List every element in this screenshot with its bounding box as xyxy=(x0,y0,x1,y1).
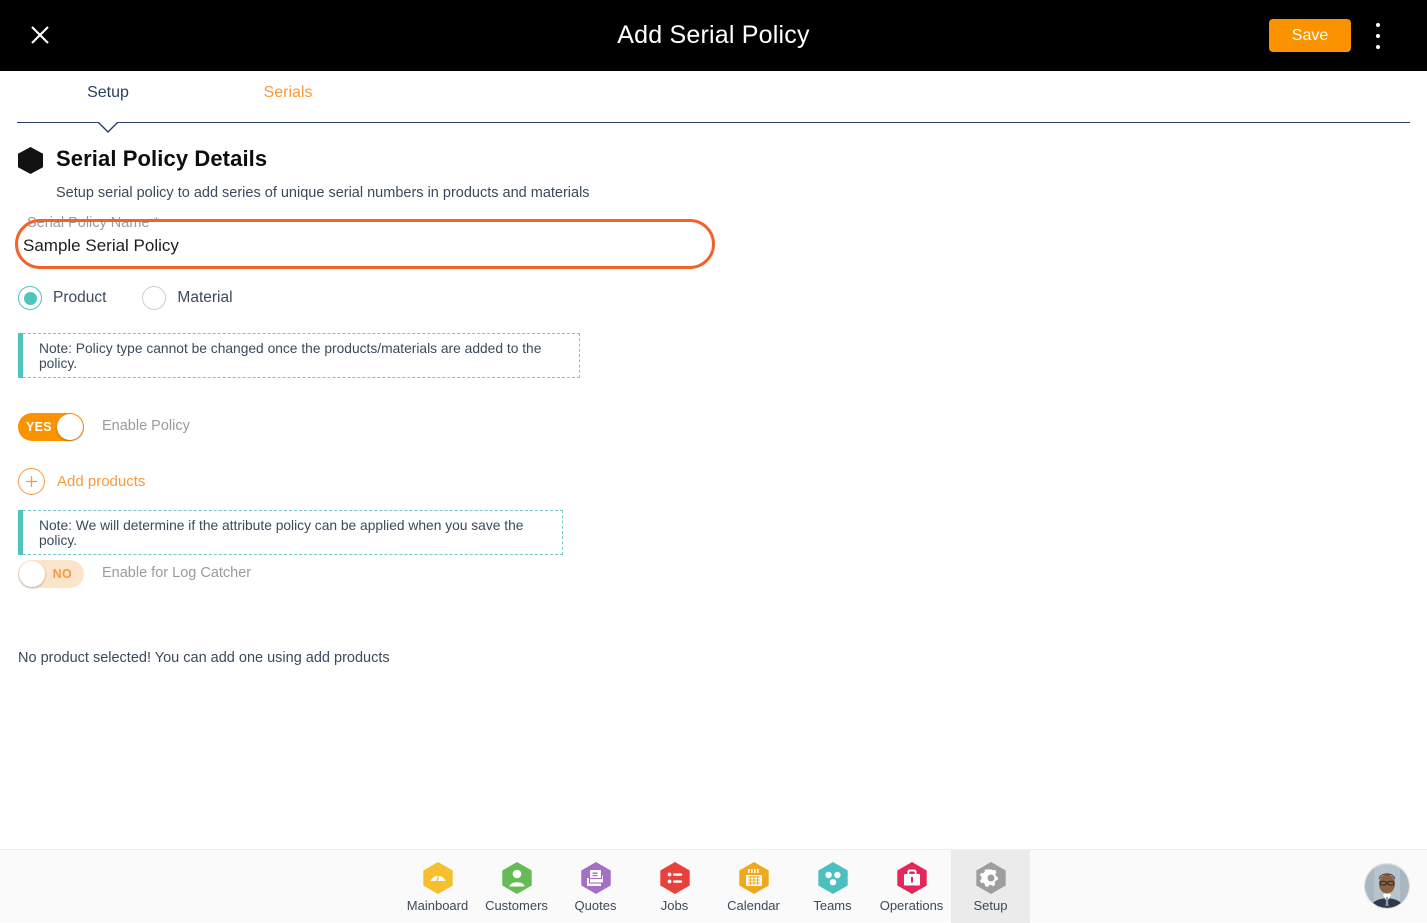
log-catcher-toggle[interactable]: NO xyxy=(18,560,84,588)
nav-item-mainboard[interactable]: Mainboard xyxy=(398,850,477,923)
nav-label-teams: Teams xyxy=(813,897,852,913)
close-icon[interactable] xyxy=(22,17,58,53)
nav-item-operations[interactable]: Operations xyxy=(872,850,951,923)
quotes-icon xyxy=(580,861,611,894)
enable-policy-toggle-state: YES xyxy=(26,420,52,434)
customers-icon xyxy=(501,861,532,894)
enable-policy-label: Enable Policy xyxy=(102,418,190,434)
top-app-bar: Add Serial Policy Save xyxy=(0,0,1427,71)
nav-label-jobs: Jobs xyxy=(660,897,689,913)
nav-item-quotes[interactable]: Quotes xyxy=(556,850,635,923)
kebab-dot xyxy=(1376,45,1380,49)
kebab-dot xyxy=(1376,34,1380,38)
active-tab-indicator-icon xyxy=(97,121,119,133)
toggle-knob xyxy=(57,414,83,440)
nav-item-jobs[interactable]: Jobs xyxy=(635,850,714,923)
radio-material-label: Material xyxy=(177,289,233,306)
teams-icon xyxy=(817,861,848,894)
tab-bar: Setup Serials xyxy=(0,71,1427,123)
nav-label-customers: Customers xyxy=(485,897,548,913)
serial-policy-name-input[interactable] xyxy=(17,226,713,266)
enable-policy-toggle[interactable]: YES xyxy=(18,413,84,441)
serial-policy-name-field[interactable]: Serial Policy Name * xyxy=(17,214,713,266)
calendar-icon xyxy=(738,861,769,894)
policy-type-radio-group: Product Material xyxy=(18,285,269,311)
attribute-policy-note-text: Note: We will determine if the attribute… xyxy=(39,517,524,548)
jobs-icon xyxy=(659,861,690,894)
gear-icon xyxy=(975,861,1006,894)
add-products-button[interactable]: Add products xyxy=(18,467,145,495)
page-title: Add Serial Policy xyxy=(617,21,810,49)
bottom-nav-items: Mainboard Customers Quotes Jobs Calendar… xyxy=(398,850,1030,923)
radio-product[interactable] xyxy=(18,286,42,310)
mainboard-icon xyxy=(422,861,453,894)
kebab-menu-icon[interactable] xyxy=(1367,21,1389,51)
tab-underline xyxy=(17,122,1410,123)
nav-label-quotes: Quotes xyxy=(574,897,617,913)
nav-label-operations: Operations xyxy=(879,897,944,913)
log-catcher-label: Enable for Log Catcher xyxy=(102,565,252,581)
section-subtitle: Setup serial policy to add series of uni… xyxy=(56,185,590,201)
save-button[interactable]: Save xyxy=(1269,19,1351,52)
nav-label-calendar: Calendar xyxy=(727,897,780,913)
empty-state-message: No product selected! You can add one usi… xyxy=(18,650,390,666)
nav-item-teams[interactable]: Teams xyxy=(793,850,872,923)
nav-label-mainboard: Mainboard xyxy=(406,897,469,913)
nav-item-setup[interactable]: Setup xyxy=(951,850,1030,923)
radio-material[interactable] xyxy=(142,286,167,310)
operations-icon xyxy=(896,861,927,894)
nav-item-customers[interactable]: Customers xyxy=(477,850,556,923)
policy-type-note: Note: Policy type cannot be changed once… xyxy=(18,333,580,378)
user-avatar[interactable] xyxy=(1364,863,1410,909)
kebab-dot xyxy=(1376,23,1380,27)
log-catcher-toggle-state: NO xyxy=(52,567,72,581)
attribute-policy-note: Note: We will determine if the attribute… xyxy=(18,510,563,555)
section-title: Serial Policy Details xyxy=(56,146,268,171)
nav-label-setup: Setup xyxy=(973,897,1008,913)
add-products-label: Add products xyxy=(57,472,146,490)
toggle-knob xyxy=(19,561,45,587)
bottom-navigation-bar: Mainboard Customers Quotes Jobs Calendar… xyxy=(0,849,1427,923)
tab-setup[interactable]: Setup xyxy=(62,84,154,102)
nav-item-calendar[interactable]: Calendar xyxy=(714,850,793,923)
plus-circle-icon xyxy=(18,467,45,495)
radio-product-label: Product xyxy=(53,289,107,306)
hexagon-bullet-icon xyxy=(18,147,43,174)
tab-serials[interactable]: Serials xyxy=(240,84,336,102)
policy-type-note-text: Note: Policy type cannot be changed once… xyxy=(39,340,542,371)
